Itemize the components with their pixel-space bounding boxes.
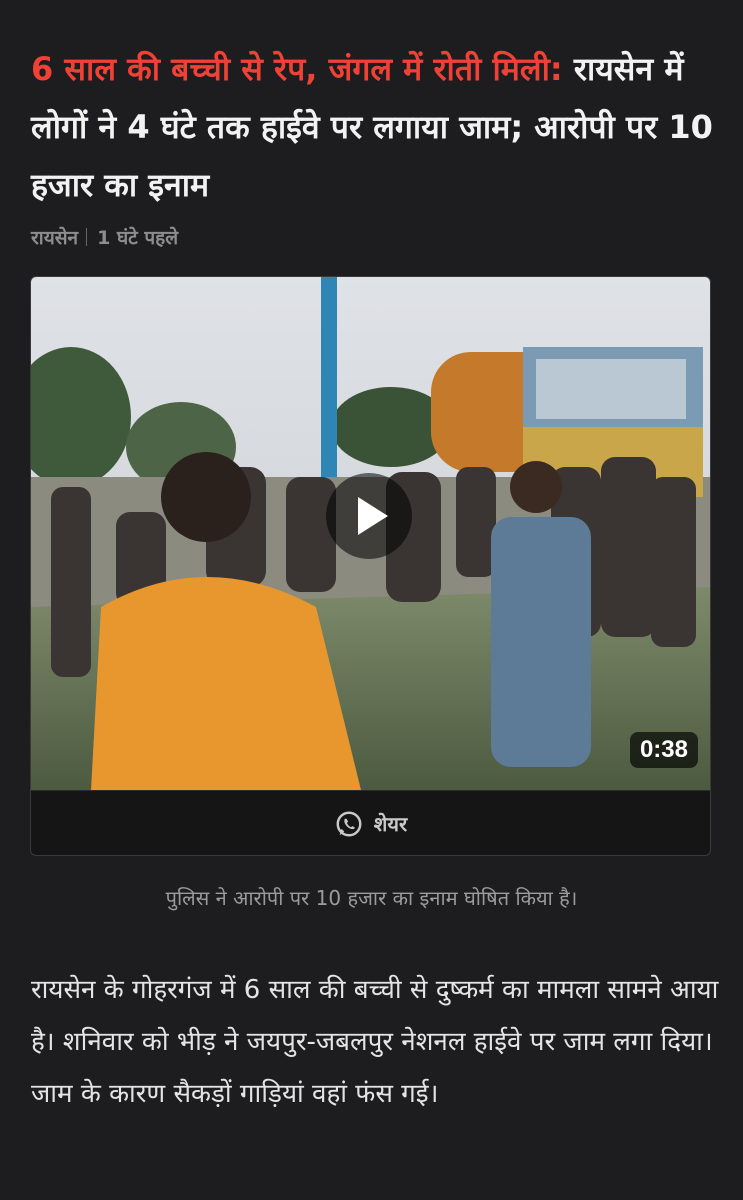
byline-divider xyxy=(86,228,88,246)
video-card: 0:38 शेयर xyxy=(30,276,711,856)
share-button[interactable]: शेयर xyxy=(31,790,710,855)
share-label: शेयर xyxy=(373,812,408,836)
video-thumbnail[interactable]: 0:38 xyxy=(31,277,710,790)
byline: रायसेन 1 घंटे पहले xyxy=(31,224,178,250)
byline-location[interactable]: रायसेन xyxy=(31,224,78,250)
headline-accent: 6 साल की बच्ची से रेप, जंगल में रोती मिल… xyxy=(31,50,563,88)
headline[interactable]: 6 साल की बच्ची से रेप, जंगल में रोती मिल… xyxy=(31,40,721,214)
play-icon xyxy=(358,497,388,535)
article-body: रायसेन के गोहरगंज में 6 साल की बच्ची से … xyxy=(31,975,719,1109)
article: 6 साल की बच्ची से रेप, जंगल में रोती मिल… xyxy=(0,0,743,1200)
video-caption: पुलिस ने आरोपी पर 10 हजार का इनाम घोषित … xyxy=(165,886,578,910)
whatsapp-icon xyxy=(336,811,362,836)
byline-time: 1 घंटे पहले xyxy=(97,227,179,249)
play-button[interactable] xyxy=(326,473,412,559)
video-duration: 0:38 xyxy=(629,732,698,768)
